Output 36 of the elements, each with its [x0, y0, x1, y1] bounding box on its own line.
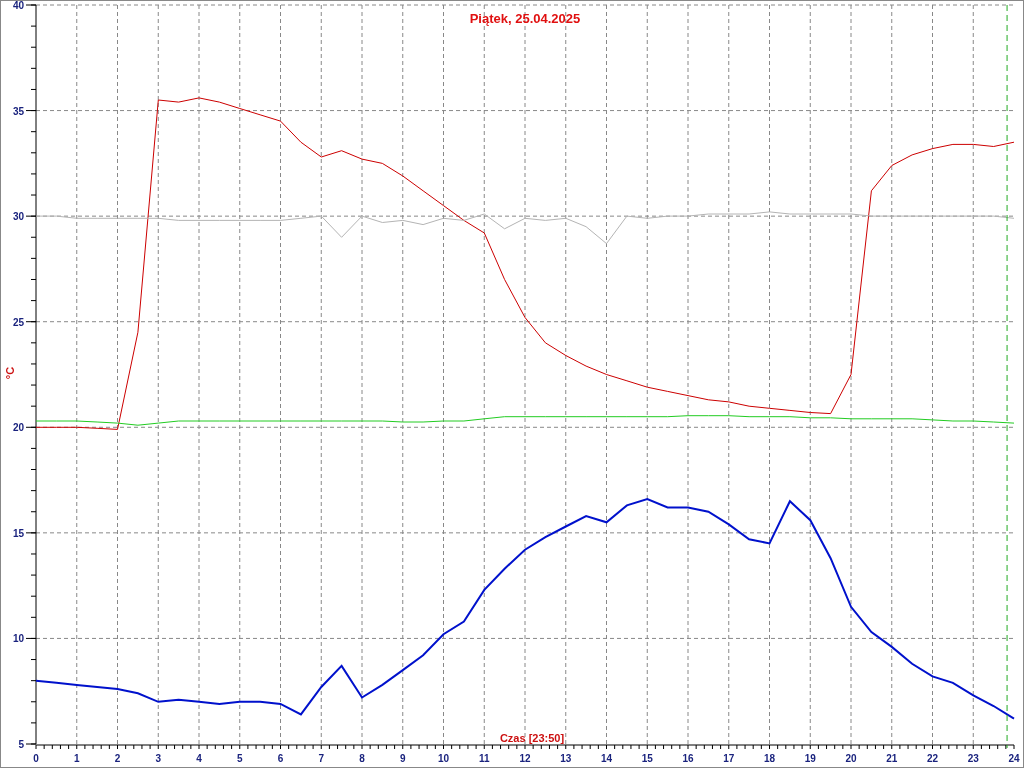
axis-tick-label: 20: [12, 422, 24, 434]
axis-tick-label: 2: [114, 753, 121, 764]
axis-tick-label: 40: [12, 1, 24, 11]
axis-tick-label: 5: [18, 739, 24, 750]
axis-tick-label: 12: [519, 753, 531, 764]
axis-tick-label: 17: [723, 753, 735, 764]
axis-tick-label: 20: [845, 753, 857, 764]
axis-tick-label: 30: [12, 211, 24, 223]
axis-tick-label: 21: [886, 753, 898, 764]
chart-title: Piątek, 25.04.2025: [469, 11, 581, 26]
axis-tick-label: 19: [804, 753, 816, 764]
x-axis-label: Czas [23:50]: [499, 732, 565, 744]
axis-tick-label: 9: [399, 753, 406, 764]
axis-tick-label: 18: [763, 753, 776, 764]
y-axis-label: °C: [4, 366, 16, 380]
axis-tick-label: 22: [926, 753, 939, 764]
axis-tick-label: 3: [155, 753, 162, 764]
axis-tick-label: 13: [560, 753, 572, 764]
axis-tick-label: 7: [318, 753, 325, 764]
axis-tick-label: 11: [478, 753, 490, 764]
axis-tick-label: 10: [437, 753, 450, 764]
axis-tick-label: 35: [12, 105, 24, 117]
axis-tick-label: 4: [196, 753, 202, 764]
axis-tick-label: 0: [33, 753, 39, 764]
axis-tick-label: 14: [600, 753, 613, 764]
axis-tick-label: 6: [277, 753, 284, 764]
axis-tick-label: 10: [12, 633, 24, 645]
axis-tick-label: 24: [1008, 753, 1020, 764]
axis-tick-label: 5: [236, 753, 243, 764]
axis-tick-label: 23: [967, 753, 979, 764]
axis-tick-label: 15: [12, 527, 24, 539]
axis-tick-label: 16: [682, 753, 694, 764]
axis-tick-label: 15: [641, 753, 653, 764]
axis-tick-label: 8: [359, 753, 365, 764]
axis-tick-label: 1: [73, 753, 80, 764]
axis-tick-label: 25: [12, 316, 24, 328]
